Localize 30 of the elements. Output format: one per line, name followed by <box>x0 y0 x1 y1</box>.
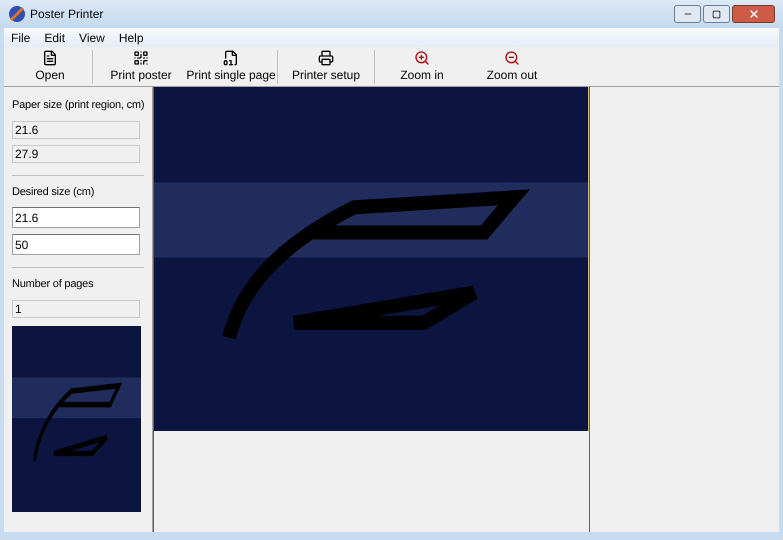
section-label: Number of pages <box>12 277 94 292</box>
window-title: Poster Printer <box>30 6 104 23</box>
toolbar-button[interactable]: Open <box>10 48 90 86</box>
toolbar-button[interactable]: Zoom out <box>467 48 557 86</box>
toolbar-button[interactable]: Printer setup <box>280 48 372 86</box>
input-field[interactable]: 27.9 <box>12 144 140 162</box>
input-field[interactable]: 50 <box>12 234 140 255</box>
app-logo-icon <box>8 5 26 23</box>
menu-item[interactable]: Edit <box>37 28 72 47</box>
toolbar-button[interactable]: Zoom in <box>377 48 467 86</box>
maximize-icon <box>712 10 721 18</box>
maximize-button[interactable] <box>703 5 730 23</box>
section-label: Desired size (cm) <box>12 184 96 200</box>
menu-item[interactable]: File <box>4 28 38 47</box>
zoom-in-icon <box>414 50 430 66</box>
toolbar-button[interactable]: Print single page <box>187 48 275 86</box>
toolbar-button[interactable]: Print poster <box>95 48 187 86</box>
document-icon <box>42 50 58 66</box>
close-button[interactable] <box>732 5 775 23</box>
pattern-grid-icon <box>133 50 149 66</box>
page-icon <box>223 50 239 66</box>
printer-icon <box>318 50 334 66</box>
zoom-out-icon <box>504 50 520 66</box>
menu-item[interactable]: Help <box>112 28 151 47</box>
input-field[interactable]: 1 <box>12 300 140 318</box>
close-icon <box>748 8 760 20</box>
menu-item[interactable]: View <box>72 28 112 47</box>
input-field[interactable]: 21.6 <box>12 120 140 138</box>
input-field[interactable]: 21.6 <box>12 207 140 228</box>
section-label: Paper size (print region, cm) <box>12 98 144 113</box>
